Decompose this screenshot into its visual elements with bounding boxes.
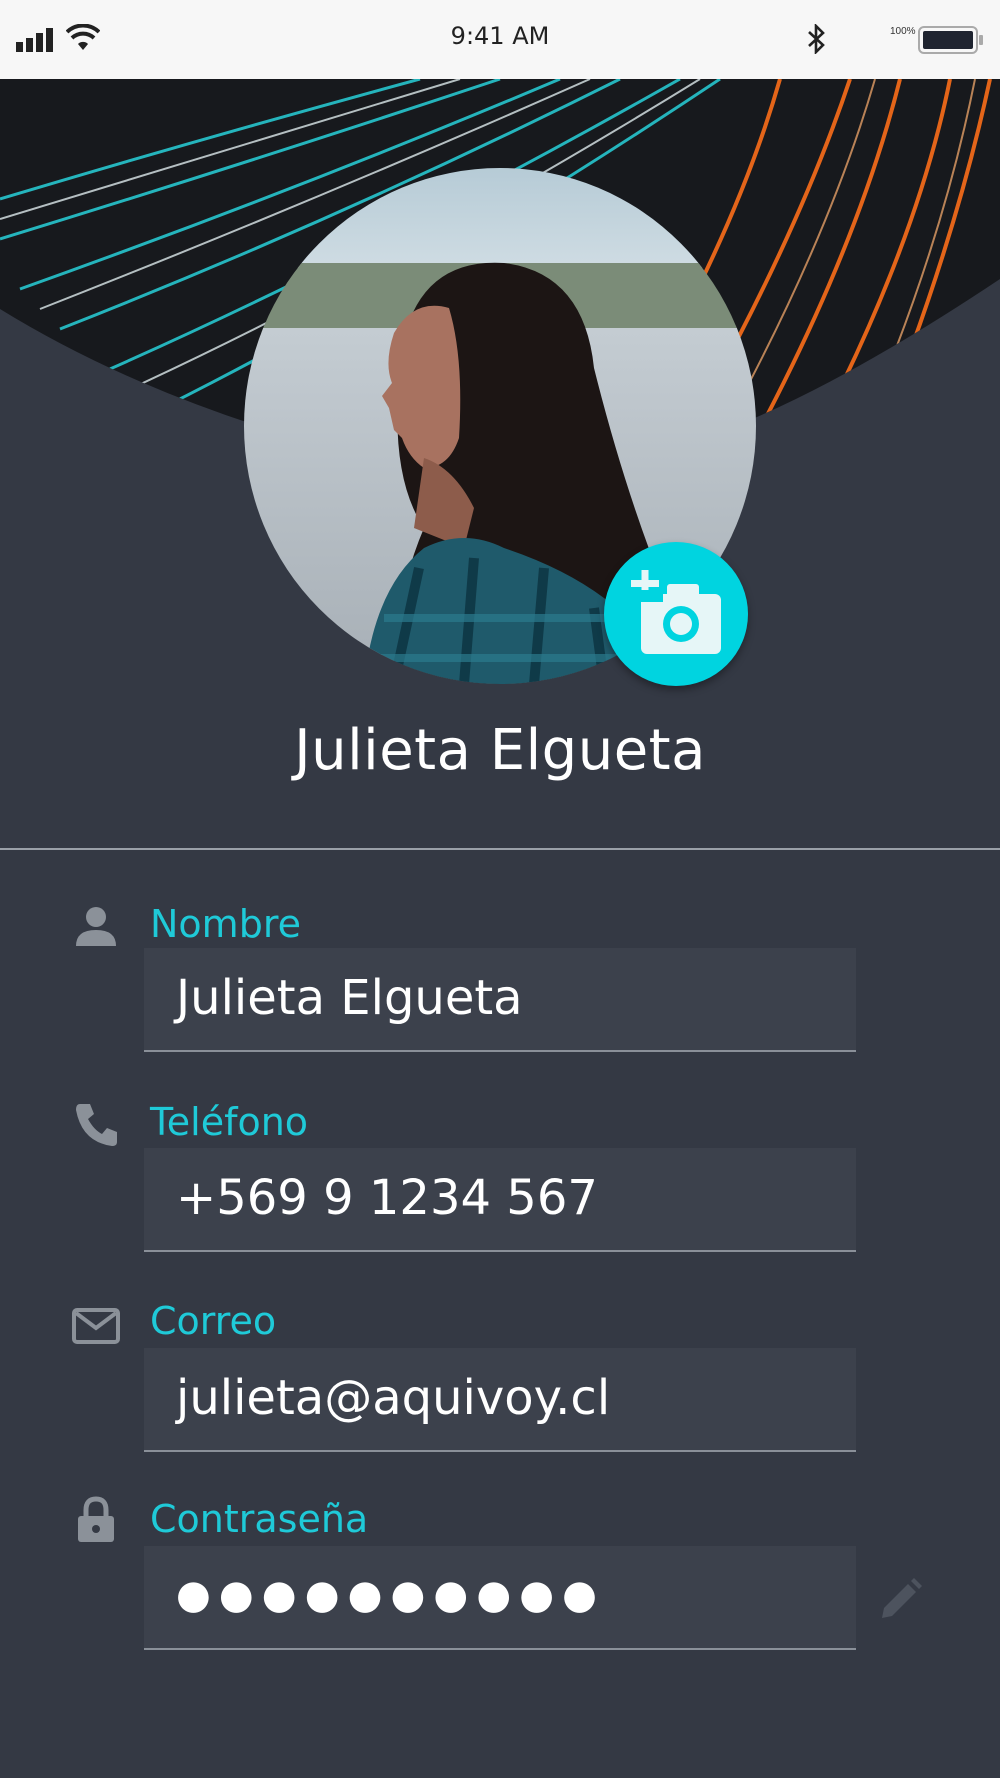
pencil-icon[interactable] [876,1576,924,1624]
battery-icon [918,26,983,54]
phone-field[interactable]: +569 9 1234 567 [144,1148,856,1252]
email-value: julieta@aquivoy.cl [176,1370,611,1426]
password-value: ●●●●●●●●●● [176,1572,606,1618]
phone-icon [76,1104,117,1146]
phone-value: +569 9 1234 567 [176,1170,598,1226]
bluetooth-icon [808,24,825,54]
status-bar: 9:41 AM 100% [0,0,1000,79]
change-photo-button[interactable] [604,542,748,686]
email-label: Correo [150,1299,277,1343]
person-icon [76,907,116,946]
add-a-photo-icon [631,570,721,654]
mail-icon [72,1308,120,1344]
name-label: Nombre [150,902,301,946]
lock-icon [78,1496,114,1542]
name-field[interactable]: Julieta Elgueta [144,948,856,1052]
battery-percent: 100% [890,26,916,37]
profile-name: Julieta Elgueta [294,718,706,783]
section-divider [0,848,1000,850]
email-field[interactable]: julieta@aquivoy.cl [144,1348,856,1452]
password-field[interactable]: ●●●●●●●●●● [144,1546,856,1650]
status-time: 9:41 AM [450,22,550,50]
password-label: Contraseña [150,1497,369,1541]
name-value: Julieta Elgueta [176,970,523,1026]
phone-label: Teléfono [150,1100,309,1144]
